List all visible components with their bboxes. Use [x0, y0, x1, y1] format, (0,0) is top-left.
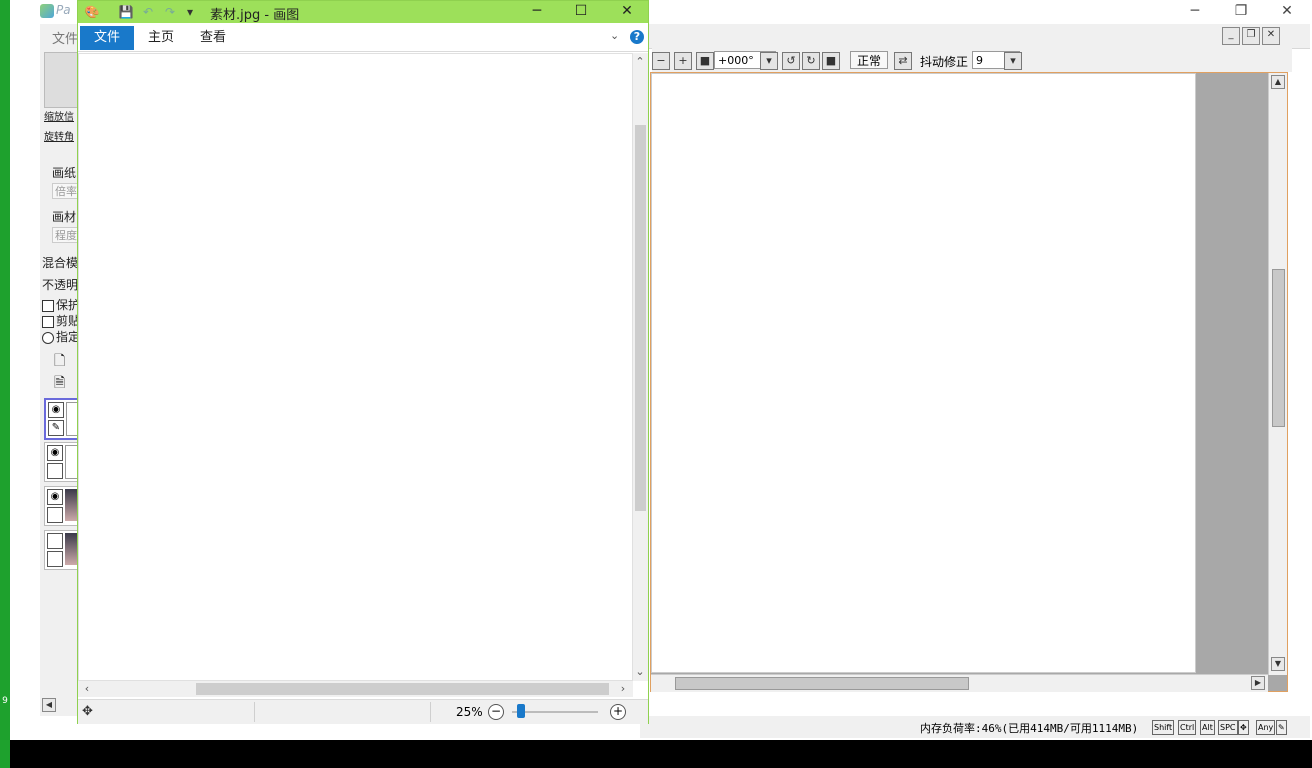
zoom-slider-thumb[interactable] [516, 704, 525, 718]
display-mode-button[interactable]: 正常 [850, 51, 888, 69]
sai-canvas-image[interactable] [651, 73, 1196, 673]
scroll-left-icon[interactable]: ‹ [80, 682, 94, 696]
specify-option[interactable]: 指定 [42, 328, 80, 345]
paint-ribbon-tabs: 文件 主页 查看 ⌄ ? [78, 23, 648, 52]
paint-horizontal-scroll-thumb[interactable] [196, 683, 609, 695]
specify-radio[interactable] [42, 331, 54, 344]
desktop-side-mark: 9 [2, 696, 8, 706]
scroll-right-icon[interactable]: › [616, 682, 630, 696]
sai-vertical-scroll-thumb[interactable] [1272, 269, 1285, 427]
blend-mode-label: 混合模 [42, 256, 79, 270]
any-key-indicator: Any [1256, 720, 1276, 735]
desktop-background: 9 [0, 0, 10, 768]
stabilizer-dropdown-icon[interactable]: ▾ [1004, 52, 1022, 70]
pen-pressure-icon: ✎ [1276, 720, 1287, 735]
tab-file[interactable]: 文件 [80, 26, 135, 50]
layer-select-box[interactable] [47, 463, 63, 479]
sai-toolbar: − + ■ +000° ▾ ↺ ↻ ■ 正常 ⇄ 抖动修正 9 ▾ [652, 48, 1292, 72]
scroll-up-icon[interactable]: ⌃ [633, 55, 647, 69]
paint-vertical-scroll-thumb[interactable] [635, 125, 646, 511]
customize-quick-access-icon[interactable]: ▾ [182, 4, 198, 20]
zoom-reset-icon[interactable]: ■ [696, 52, 714, 70]
tab-home[interactable]: 主页 [134, 26, 188, 50]
protect-opacity-checkbox[interactable] [42, 299, 54, 312]
flip-canvas-icon[interactable]: ⇄ [894, 52, 912, 70]
eye-icon[interactable]: ◉ [47, 445, 63, 461]
left-panel-scroll-left-icon[interactable]: ◀ [42, 698, 56, 712]
paint-app-icon: 🎨 [84, 5, 100, 19]
redo-icon[interactable]: ↷ [162, 4, 178, 20]
rotate-button[interactable]: 旋转角 [44, 128, 74, 143]
undo-icon[interactable]: ↶ [140, 4, 156, 20]
paint-vertical-scrollbar[interactable]: ⌃ ⌄ [633, 53, 648, 681]
sai-status-bar: 内存负荷率:46%(已用414MB/可用1114MB) Shift Ctrl A… [640, 716, 1310, 738]
help-icon[interactable]: ? [630, 30, 644, 44]
memory-usage-text: 内存负荷率:46%(已用414MB/可用1114MB) [920, 722, 1139, 735]
rotate-left-icon[interactable]: ↺ [782, 52, 800, 70]
sai-logo-text: Pa [56, 3, 71, 17]
sai-canvas-area[interactable]: ▲ ▼ ▶ [650, 72, 1288, 692]
sai-horizontal-scroll-thumb[interactable] [675, 677, 969, 690]
paint-minimize-button[interactable]: ─ [514, 1, 560, 23]
material-label: 画材 [52, 210, 77, 224]
clipping-option[interactable]: 剪贴 [42, 312, 80, 329]
zoom-out-icon[interactable]: − [652, 52, 670, 70]
new-layer-icon[interactable]: 🗋 [54, 350, 65, 374]
protect-opacity-option[interactable]: 保护 [42, 296, 80, 313]
sai-mdi-restore-button[interactable]: ❐ [1242, 27, 1260, 45]
opacity-label: 不透明 [42, 278, 79, 292]
paint-window-title: 素材.jpg - 画图 [210, 8, 300, 23]
new-layer-set-icon[interactable]: 🗎 [54, 372, 65, 396]
paint-close-button[interactable]: ✕ [604, 1, 650, 23]
sai-menu-file[interactable]: 文件 [52, 28, 78, 47]
paint-window: 🎨 💾 ↶ ↷ ▾ 素材.jpg - 画图 ─ ☐ ✕ 文件 主页 查看 ⌄ ?… [77, 0, 649, 724]
status-divider [430, 702, 431, 722]
zoom-in-icon[interactable]: + [610, 704, 626, 720]
rotate-right-icon[interactable]: ↻ [802, 52, 820, 70]
tab-view[interactable]: 查看 [186, 26, 240, 50]
sai-minimize-button[interactable]: ─ [1172, 0, 1218, 24]
eye-icon[interactable]: ◉ [48, 402, 64, 418]
paint-status-bar: ✥ 25% − + [78, 699, 648, 724]
scroll-down-icon[interactable]: ⌄ [633, 665, 647, 679]
space-key-indicator: SPC [1218, 720, 1238, 735]
collapse-ribbon-icon[interactable]: ⌄ [610, 29, 619, 42]
ctrl-key-indicator: Ctrl [1178, 720, 1197, 735]
layer-visibility-box[interactable] [47, 533, 63, 549]
sai-restore-button[interactable]: ❐ [1218, 0, 1264, 24]
rotation-reset-icon[interactable]: ■ [822, 52, 840, 70]
eye-icon[interactable]: ◉ [47, 489, 63, 505]
move-key-icon: ✥ [1238, 720, 1249, 735]
sai-mdi-close-button[interactable]: ✕ [1262, 27, 1280, 45]
paper-texture-label: 画纸 [52, 166, 77, 180]
sai-mdi-minimize-button[interactable]: _ [1222, 27, 1240, 45]
layer-select-box[interactable] [47, 551, 63, 567]
paint-title-bar: 🎨 💾 ↶ ↷ ▾ 素材.jpg - 画图 ─ ☐ ✕ [78, 1, 648, 23]
scroll-down-icon[interactable]: ▼ [1271, 657, 1285, 671]
zoom-in-icon[interactable]: + [674, 52, 692, 70]
pen-icon[interactable]: ✎ [48, 420, 64, 436]
move-cursor-icon: ✥ [82, 704, 93, 719]
zoom-out-icon[interactable]: − [488, 704, 504, 720]
zoom-level-text: 25% [456, 705, 483, 719]
sai-vertical-scrollbar[interactable]: ▲ ▼ [1268, 73, 1287, 675]
scroll-up-icon[interactable]: ▲ [1271, 75, 1285, 89]
scroll-right-icon[interactable]: ▶ [1251, 676, 1265, 690]
status-divider [254, 702, 255, 722]
paint-horizontal-scrollbar[interactable]: ‹ › [78, 681, 633, 697]
paint-maximize-button[interactable]: ☐ [558, 1, 604, 23]
save-icon[interactable]: 💾 [118, 4, 134, 20]
sai-app-icon [40, 3, 54, 18]
rotation-dropdown-icon[interactable]: ▾ [760, 52, 778, 70]
shift-key-indicator: Shift [1152, 720, 1175, 735]
layer-select-box[interactable] [47, 507, 63, 523]
sai-close-button[interactable]: ✕ [1264, 0, 1310, 24]
paint-canvas-image[interactable] [78, 53, 633, 681]
zoom-slider-track[interactable] [512, 711, 598, 713]
clipping-checkbox[interactable] [42, 315, 54, 328]
sai-horizontal-scrollbar[interactable]: ▶ [651, 674, 1268, 692]
stabilizer-label: 抖动修正 [920, 55, 969, 69]
zoom-button[interactable]: 缩放信 [44, 108, 74, 123]
alt-key-indicator: Alt [1200, 720, 1215, 735]
